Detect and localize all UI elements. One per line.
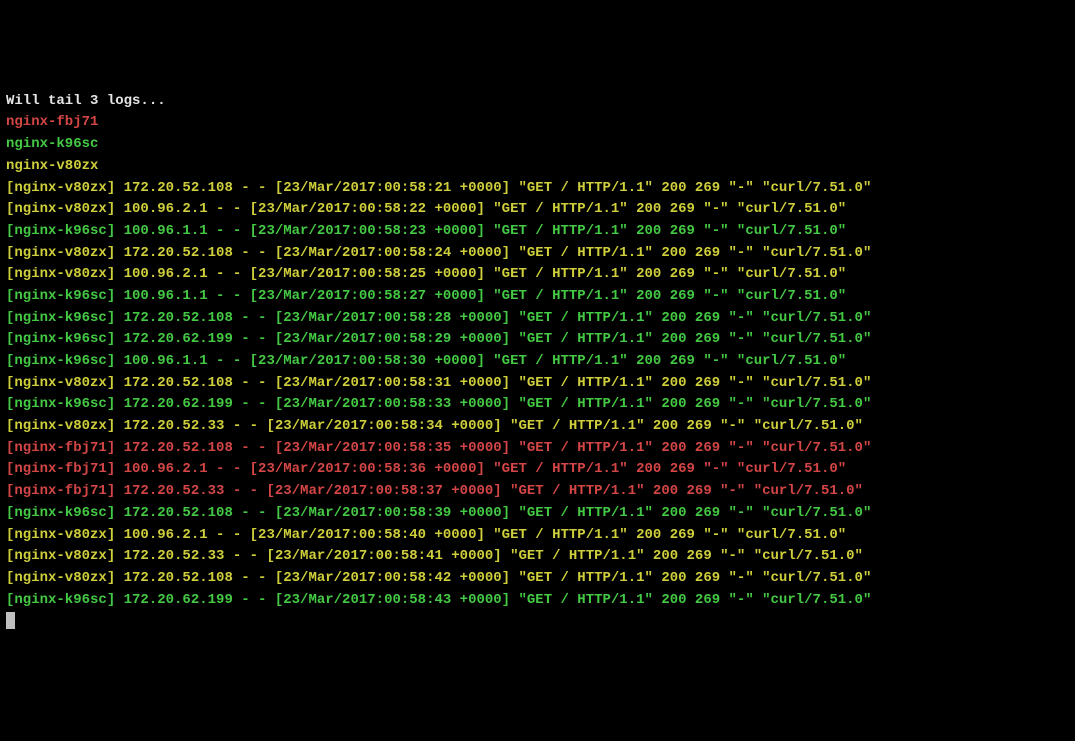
log-line: [nginx-k96sc] 172.20.62.199 - - [23/Mar/… [6, 329, 1069, 351]
log-line: [nginx-k96sc] 100.96.1.1 - - [23/Mar/201… [6, 286, 1069, 308]
log-prefix: [nginx-fbj71] [6, 483, 124, 499]
log-line: [nginx-v80zx] 172.20.52.108 - - [23/Mar/… [6, 243, 1069, 265]
log-message: 100.96.2.1 - - [23/Mar/2017:00:58:25 +00… [124, 266, 847, 282]
pod-label: nginx-k96sc [6, 134, 1069, 156]
log-message: 172.20.52.108 - - [23/Mar/2017:00:58:42 … [124, 570, 872, 586]
log-line: [nginx-k96sc] 172.20.52.108 - - [23/Mar/… [6, 308, 1069, 330]
log-message: 172.20.52.108 - - [23/Mar/2017:00:58:35 … [124, 440, 872, 456]
log-message: 172.20.52.33 - - [23/Mar/2017:00:58:34 +… [124, 418, 863, 434]
log-message: 172.20.62.199 - - [23/Mar/2017:00:58:33 … [124, 396, 872, 412]
log-message: 172.20.52.108 - - [23/Mar/2017:00:58:31 … [124, 375, 872, 391]
log-message: 172.20.52.108 - - [23/Mar/2017:00:58:28 … [124, 310, 872, 326]
log-line: [nginx-k96sc] 172.20.62.199 - - [23/Mar/… [6, 394, 1069, 416]
log-prefix: [nginx-v80zx] [6, 201, 124, 217]
log-prefix: [nginx-v80zx] [6, 245, 124, 261]
log-prefix: [nginx-fbj71] [6, 440, 124, 456]
log-prefix: [nginx-k96sc] [6, 310, 124, 326]
log-prefix: [nginx-k96sc] [6, 592, 124, 608]
log-prefix: [nginx-v80zx] [6, 375, 124, 391]
log-prefix: [nginx-k96sc] [6, 331, 124, 347]
log-message: 100.96.1.1 - - [23/Mar/2017:00:58:27 +00… [124, 288, 847, 304]
log-prefix: [nginx-k96sc] [6, 396, 124, 412]
log-prefix: [nginx-k96sc] [6, 505, 124, 521]
log-prefix: [nginx-fbj71] [6, 461, 124, 477]
log-message: 100.96.2.1 - - [23/Mar/2017:00:58:40 +00… [124, 527, 847, 543]
log-prefix: [nginx-k96sc] [6, 288, 124, 304]
log-message: 172.20.52.108 - - [23/Mar/2017:00:58:24 … [124, 245, 872, 261]
log-line: [nginx-v80zx] 100.96.2.1 - - [23/Mar/201… [6, 199, 1069, 221]
log-message: 172.20.52.108 - - [23/Mar/2017:00:58:21 … [124, 180, 872, 196]
log-message: 100.96.2.1 - - [23/Mar/2017:00:58:22 +00… [124, 201, 847, 217]
log-line: [nginx-k96sc] 100.96.1.1 - - [23/Mar/201… [6, 221, 1069, 243]
log-line: [nginx-v80zx] 172.20.52.33 - - [23/Mar/2… [6, 416, 1069, 438]
log-message: 172.20.52.108 - - [23/Mar/2017:00:58:39 … [124, 505, 872, 521]
log-prefix: [nginx-v80zx] [6, 570, 124, 586]
log-message: 172.20.52.33 - - [23/Mar/2017:00:58:41 +… [124, 548, 863, 564]
cursor-icon [6, 612, 15, 629]
log-message: 100.96.1.1 - - [23/Mar/2017:00:58:23 +00… [124, 223, 847, 239]
log-message: 172.20.52.33 - - [23/Mar/2017:00:58:37 +… [124, 483, 863, 499]
log-line: [nginx-v80zx] 172.20.52.108 - - [23/Mar/… [6, 568, 1069, 590]
log-prefix: [nginx-v80zx] [6, 527, 124, 543]
log-prefix: [nginx-v80zx] [6, 180, 124, 196]
log-line: [nginx-k96sc] 100.96.1.1 - - [23/Mar/201… [6, 351, 1069, 373]
log-line: [nginx-v80zx] 172.20.52.108 - - [23/Mar/… [6, 178, 1069, 200]
pod-label: nginx-fbj71 [6, 112, 1069, 134]
cursor-line [6, 611, 1069, 633]
log-line: [nginx-v80zx] 172.20.52.33 - - [23/Mar/2… [6, 546, 1069, 568]
log-line: [nginx-fbj71] 172.20.52.108 - - [23/Mar/… [6, 438, 1069, 460]
terminal-output[interactable]: Will tail 3 logs...nginx-fbj71nginx-k96s… [6, 91, 1069, 633]
log-prefix: [nginx-v80zx] [6, 418, 124, 434]
intro-line: Will tail 3 logs... [6, 91, 1069, 113]
log-prefix: [nginx-v80zx] [6, 548, 124, 564]
log-prefix: [nginx-v80zx] [6, 266, 124, 282]
pod-label: nginx-v80zx [6, 156, 1069, 178]
log-message: 100.96.2.1 - - [23/Mar/2017:00:58:36 +00… [124, 461, 847, 477]
log-prefix: [nginx-k96sc] [6, 353, 124, 369]
log-line: [nginx-fbj71] 172.20.52.33 - - [23/Mar/2… [6, 481, 1069, 503]
log-message: 172.20.62.199 - - [23/Mar/2017:00:58:29 … [124, 331, 872, 347]
log-prefix: [nginx-k96sc] [6, 223, 124, 239]
log-message: 100.96.1.1 - - [23/Mar/2017:00:58:30 +00… [124, 353, 847, 369]
log-line: [nginx-v80zx] 100.96.2.1 - - [23/Mar/201… [6, 525, 1069, 547]
log-line: [nginx-k96sc] 172.20.52.108 - - [23/Mar/… [6, 503, 1069, 525]
log-line: [nginx-fbj71] 100.96.2.1 - - [23/Mar/201… [6, 459, 1069, 481]
log-line: [nginx-v80zx] 172.20.52.108 - - [23/Mar/… [6, 373, 1069, 395]
log-line: [nginx-k96sc] 172.20.62.199 - - [23/Mar/… [6, 590, 1069, 612]
log-message: 172.20.62.199 - - [23/Mar/2017:00:58:43 … [124, 592, 872, 608]
log-line: [nginx-v80zx] 100.96.2.1 - - [23/Mar/201… [6, 264, 1069, 286]
